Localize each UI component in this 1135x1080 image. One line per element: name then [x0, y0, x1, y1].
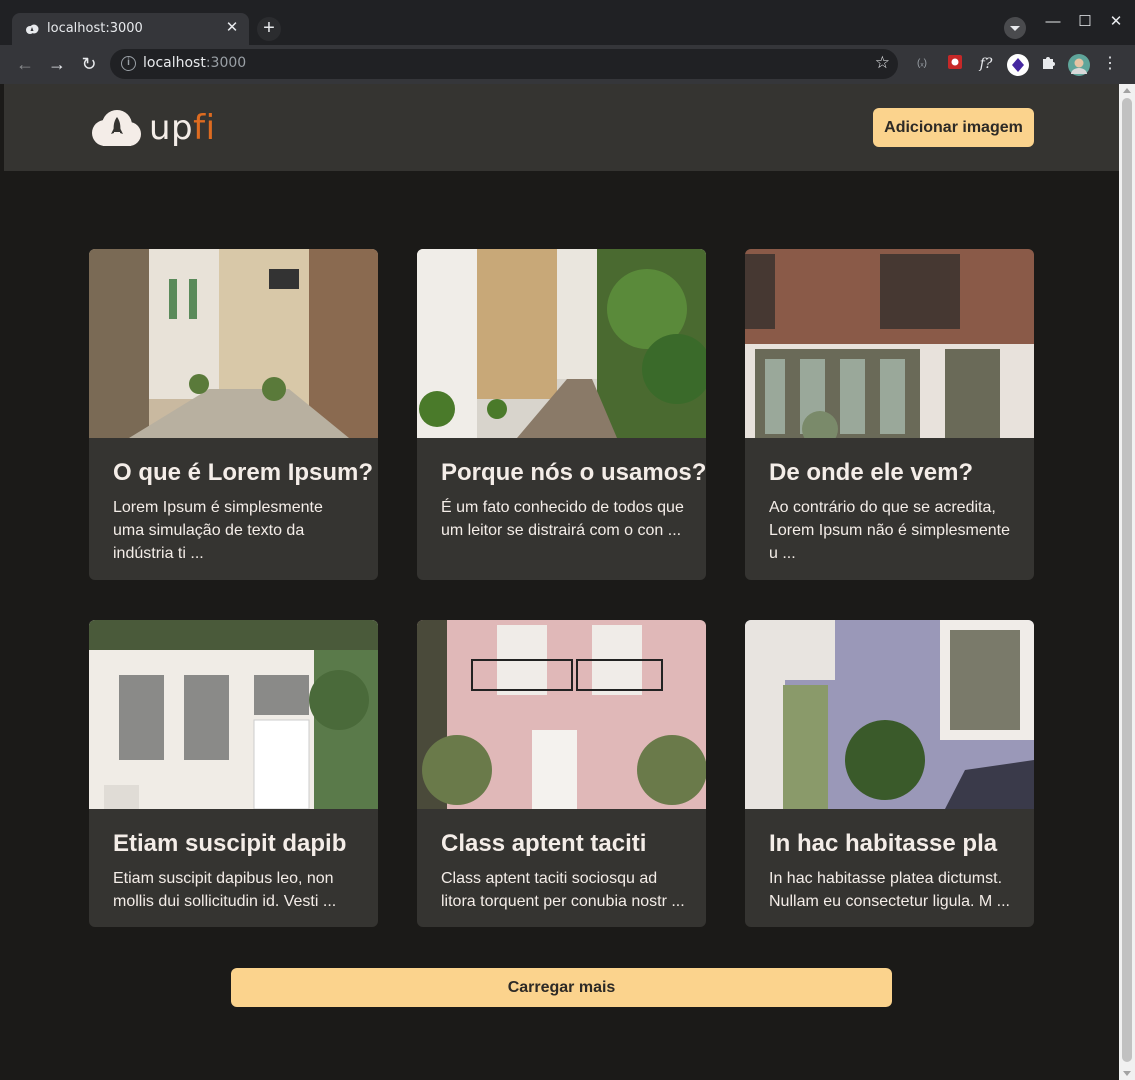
card-description: In hac habitasse platea dictumst. Nullam…	[769, 870, 1010, 910]
new-tab-button[interactable]: +	[257, 17, 281, 41]
logo-text: upfi	[149, 108, 216, 148]
tab-search-button[interactable]	[1004, 17, 1026, 39]
scroll-down-arrow-icon[interactable]	[1123, 1071, 1131, 1076]
browser-chrome: localhost:3000 ✕ + — ☐ ✕ ← → ↻ i localho…	[0, 0, 1135, 84]
cloud-rocket-icon	[92, 110, 141, 146]
image-card[interactable]: De onde ele vem? Ao contrário do que se …	[745, 249, 1034, 580]
green-door-photo[interactable]	[745, 620, 1034, 809]
white-house-photo[interactable]	[89, 620, 378, 809]
card-title: De onde ele vem?	[769, 459, 974, 486]
menu-kebab-icon[interactable]: ⋮	[1100, 54, 1120, 74]
mews-street-photo[interactable]	[417, 249, 706, 438]
street-alley-photo[interactable]	[89, 249, 378, 438]
image-card[interactable]: Etiam suscipit dapib Etiam suscipit dapi…	[89, 620, 378, 927]
image-card[interactable]: O que é Lorem Ipsum? Lorem Ipsum é simpl…	[89, 249, 378, 580]
cloud-favicon-icon	[26, 24, 39, 34]
info-icon[interactable]: i	[121, 56, 136, 71]
extension-icon[interactable]: (ₓ)	[912, 54, 932, 74]
forward-icon[interactable]: →	[46, 53, 68, 75]
tab-title: localhost:3000	[47, 21, 143, 36]
back-icon[interactable]: ←	[14, 53, 36, 75]
load-more-button[interactable]: Carregar mais	[231, 968, 892, 1007]
image-card[interactable]: In hac habitasse pla In hac habitasse pl…	[745, 620, 1034, 927]
page-viewport: upfi Adicionar imagem O que é Lorem Ipsu…	[4, 84, 1119, 1080]
card-description: Etiam suscipit dapibus leo, non mollis d…	[113, 870, 337, 910]
maximize-icon[interactable]: ☐	[1075, 12, 1095, 32]
close-tab-icon[interactable]: ✕	[224, 20, 240, 36]
card-description: Class aptent taciti sociosqu ad litora t…	[441, 870, 685, 910]
pink-house-photo[interactable]	[417, 620, 706, 809]
scroll-up-arrow-icon[interactable]	[1123, 88, 1131, 93]
scrollbar-thumb[interactable]	[1122, 98, 1132, 1062]
bookmark-star-icon[interactable]: ☆	[875, 53, 890, 73]
minimize-icon[interactable]: —	[1043, 12, 1063, 32]
browser-toolbar: ← → ↻ i localhost:3000 ☆ (ₓ) f? ⋮	[0, 45, 1135, 84]
profile-avatar[interactable]	[1068, 54, 1090, 76]
brick-house-photo[interactable]	[745, 249, 1034, 438]
extension-function-icon[interactable]: f?	[976, 54, 996, 74]
browser-tab[interactable]: localhost:3000 ✕	[12, 13, 249, 45]
url-text: localhost:3000	[143, 55, 247, 71]
add-image-button[interactable]: Adicionar imagem	[873, 108, 1034, 147]
close-window-icon[interactable]: ✕	[1106, 12, 1126, 32]
extension-diamond-icon[interactable]	[1007, 54, 1029, 76]
site-header: upfi Adicionar imagem	[4, 84, 1119, 171]
card-description: É um fato conhecido de todos que um leit…	[441, 499, 684, 539]
card-title: O que é Lorem Ipsum?	[113, 459, 374, 486]
card-description: Ao contrário do que se acredita, Lorem I…	[769, 499, 1010, 562]
extension-red-icon[interactable]	[945, 54, 965, 74]
upfi-logo[interactable]: upfi	[89, 106, 219, 150]
card-description: Lorem Ipsum é simplesmente uma simulação…	[113, 499, 323, 562]
page-scrollbar[interactable]	[1119, 84, 1135, 1080]
card-title: Etiam suscipit dapib	[113, 830, 347, 857]
extensions-puzzle-icon[interactable]	[1038, 54, 1058, 74]
card-title: Porque nós o usamos?	[441, 459, 706, 486]
reload-icon[interactable]: ↻	[78, 53, 100, 75]
address-bar[interactable]: i localhost:3000 ☆	[110, 49, 898, 79]
image-card[interactable]: Porque nós o usamos? É um fato conhecido…	[417, 249, 706, 580]
card-title: In hac habitasse pla	[769, 830, 998, 857]
image-card[interactable]: Class aptent taciti Class aptent taciti …	[417, 620, 706, 927]
card-title: Class aptent taciti	[441, 830, 647, 857]
tab-strip: localhost:3000 ✕ + — ☐ ✕	[0, 0, 1135, 45]
